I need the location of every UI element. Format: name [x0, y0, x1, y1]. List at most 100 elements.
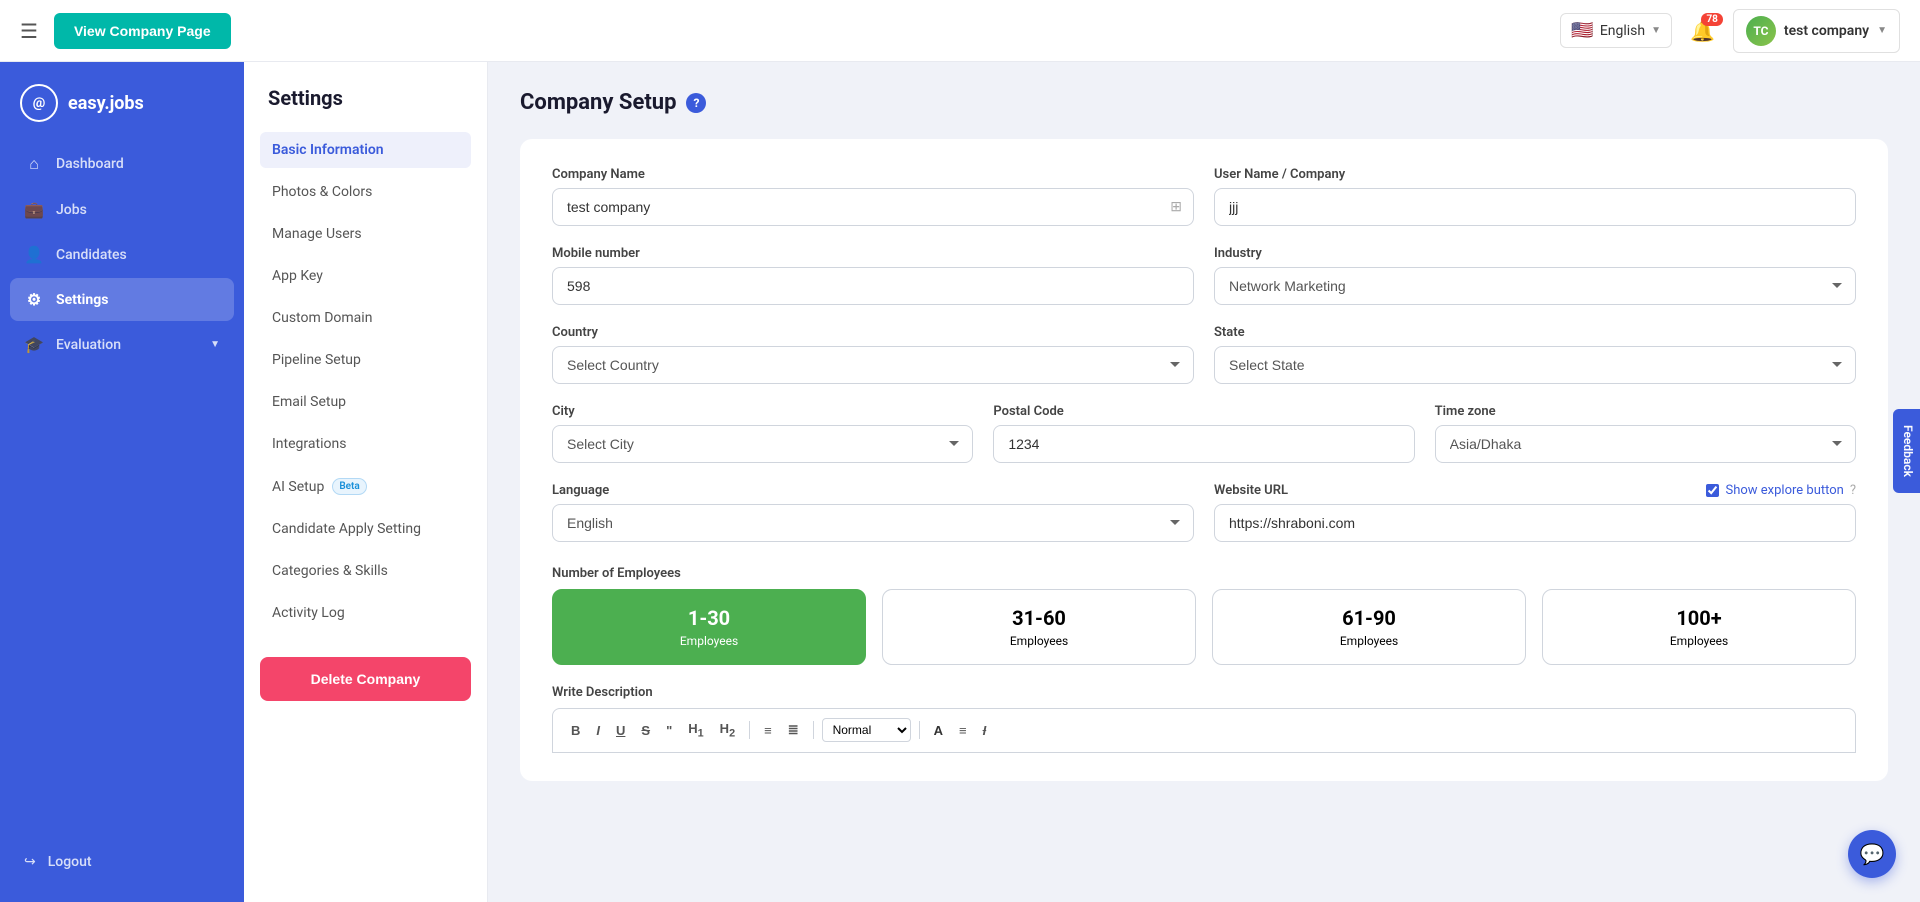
view-company-button[interactable]: View Company Page: [54, 13, 231, 49]
mobile-group: Mobile number: [552, 246, 1194, 305]
country-group: Country Select Country: [552, 325, 1194, 384]
activity-log-label: Activity Log: [272, 605, 345, 621]
sidebar-item-dashboard[interactable]: ⌂ Dashboard: [10, 142, 234, 186]
hamburger-icon[interactable]: ☰: [20, 19, 38, 43]
toolbar-strikethrough[interactable]: S: [635, 719, 656, 742]
company-selector[interactable]: TC test company ▼: [1733, 9, 1900, 53]
toolbar-divider-2: [813, 721, 814, 739]
show-explore-toggle[interactable]: Show explore button ?: [1706, 483, 1856, 498]
description-toolbar: B I U S " H1 H2 ≡ ≣ Normal Heading 1: [552, 708, 1856, 753]
employee-card-31-60[interactable]: 31-60 Employees: [882, 589, 1196, 665]
city-label: City: [552, 404, 973, 419]
timezone-select[interactable]: Asia/Dhaka UTC America/New_York: [1435, 425, 1856, 463]
toolbar-align[interactable]: ≡: [953, 719, 973, 742]
feedback-tab[interactable]: Feedback: [1893, 409, 1920, 493]
city-select[interactable]: Select City: [552, 425, 973, 463]
app-key-label: App Key: [272, 268, 323, 284]
info-icon[interactable]: ?: [686, 93, 706, 113]
username-input[interactable]: [1214, 188, 1856, 226]
notification-badge: 78: [1701, 13, 1722, 26]
language-selector[interactable]: 🇺🇸 English ▼: [1560, 13, 1672, 48]
ai-setup-label: AI Setup: [272, 479, 324, 495]
logo-text: easy.jobs: [68, 93, 144, 114]
form-card: Company Name ⊞ User Name / Company M: [520, 139, 1888, 781]
timezone-label: Time zone: [1435, 404, 1856, 419]
settings-nav-candidate-apply[interactable]: Candidate Apply Setting: [260, 511, 471, 547]
feedback-label: Feedback: [1901, 425, 1915, 477]
toolbar-format-select[interactable]: Normal Heading 1 Heading 2: [822, 718, 911, 742]
sidebar-jobs-label: Jobs: [56, 202, 87, 218]
settings-nav-app-key[interactable]: App Key: [260, 258, 471, 294]
settings-nav-pipeline[interactable]: Pipeline Setup: [260, 342, 471, 378]
postal-label: Postal Code: [993, 404, 1414, 419]
integrations-label: Integrations: [272, 436, 346, 452]
industry-select[interactable]: Network Marketing Technology Finance Hea…: [1214, 267, 1856, 305]
toolbar-quote[interactable]: ": [660, 719, 678, 742]
toolbar-h1[interactable]: H1: [682, 717, 709, 744]
website-input[interactable]: [1214, 504, 1856, 542]
settings-nav-photos[interactable]: Photos & Colors: [260, 174, 471, 210]
mobile-input[interactable]: [552, 267, 1194, 305]
employee-label-4: Employees: [1559, 634, 1839, 648]
settings-nav-ai-setup[interactable]: AI Setup Beta: [260, 468, 471, 505]
employee-range-2: 31-60: [899, 606, 1179, 630]
state-select[interactable]: Select State: [1214, 346, 1856, 384]
employee-card-100plus[interactable]: 100+ Employees: [1542, 589, 1856, 665]
sidebar-evaluation-label: Evaluation: [56, 337, 121, 353]
sidebar-item-evaluation[interactable]: 🎓 Evaluation ▼: [10, 323, 234, 366]
settings-nav-email[interactable]: Email Setup: [260, 384, 471, 420]
topnav-right: 🇺🇸 English ▼ 🔔 78 TC test company ▼: [1560, 9, 1900, 53]
sidebar-bottom: ↪ Logout: [0, 832, 244, 902]
website-label-row: Website URL Show explore button ?: [1214, 483, 1856, 498]
company-name-group: Company Name ⊞: [552, 167, 1194, 226]
username-group: User Name / Company: [1214, 167, 1856, 226]
state-group: State Select State: [1214, 325, 1856, 384]
toolbar-ordered-list[interactable]: ≡: [758, 719, 778, 742]
sidebar-item-settings[interactable]: ⚙ Settings: [10, 278, 234, 321]
clear-company-name-icon[interactable]: ⊞: [1170, 199, 1182, 215]
settings-nav-basic-info[interactable]: Basic Information: [260, 132, 471, 168]
toolbar-bold[interactable]: B: [565, 719, 586, 742]
sidebar-item-logout[interactable]: ↪ Logout: [10, 842, 234, 882]
toolbar-h2[interactable]: H2: [714, 717, 741, 744]
language-label: Language: [552, 483, 1194, 498]
settings-nav-custom-domain[interactable]: Custom Domain: [260, 300, 471, 336]
candidate-apply-label: Candidate Apply Setting: [272, 521, 421, 537]
top-navigation: ☰ View Company Page 🇺🇸 English ▼ 🔔 78 TC…: [0, 0, 1920, 62]
show-explore-info-icon: ?: [1850, 483, 1856, 498]
language-select[interactable]: English French Spanish: [552, 504, 1194, 542]
form-row-4: City Select City Postal Code Time zone A…: [552, 404, 1856, 463]
settings-nav-integrations[interactable]: Integrations: [260, 426, 471, 462]
sidebar-item-candidates[interactable]: 👤 Candidates: [10, 233, 234, 276]
sidebar-item-jobs[interactable]: 💼 Jobs: [10, 188, 234, 231]
toolbar-font-color[interactable]: A: [928, 719, 949, 742]
toolbar-underline[interactable]: U: [610, 719, 631, 742]
settings-nav-categories[interactable]: Categories & Skills: [260, 553, 471, 589]
company-name-input[interactable]: [552, 188, 1194, 226]
notification-bell[interactable]: 🔔 78: [1690, 19, 1715, 43]
toolbar-unordered-list[interactable]: ≣: [782, 718, 805, 742]
logo-circle: @: [20, 84, 58, 122]
country-select[interactable]: Select Country: [552, 346, 1194, 384]
toolbar-clear-format[interactable]: I: [977, 719, 993, 742]
chat-bubble[interactable]: 💬: [1848, 830, 1896, 878]
logout-label: Logout: [48, 854, 92, 870]
chat-icon: 💬: [1860, 842, 1885, 866]
employees-section: Number of Employees 1-30 Employees 31-60…: [552, 562, 1856, 665]
company-name-label: Company Name: [552, 167, 1194, 182]
employee-card-61-90[interactable]: 61-90 Employees: [1212, 589, 1526, 665]
delete-company-button[interactable]: Delete Company: [260, 657, 471, 701]
show-explore-checkbox[interactable]: [1706, 484, 1719, 497]
settings-nav-manage-users[interactable]: Manage Users: [260, 216, 471, 252]
settings-sidebar: Settings Basic Information Photos & Colo…: [244, 62, 488, 902]
postal-input[interactable]: [993, 425, 1414, 463]
content-area: Company Setup ? Company Name ⊞ User Name…: [488, 62, 1920, 902]
company-name-input-wrapper: ⊞: [552, 188, 1194, 226]
employee-range-3: 61-90: [1229, 606, 1509, 630]
toolbar-italic[interactable]: I: [590, 719, 606, 742]
settings-nav-activity-log[interactable]: Activity Log: [260, 595, 471, 631]
employee-card-1-30[interactable]: 1-30 Employees: [552, 589, 866, 665]
form-row-1: Company Name ⊞ User Name / Company: [552, 167, 1856, 226]
city-group: City Select City: [552, 404, 973, 463]
country-label: Country: [552, 325, 1194, 340]
